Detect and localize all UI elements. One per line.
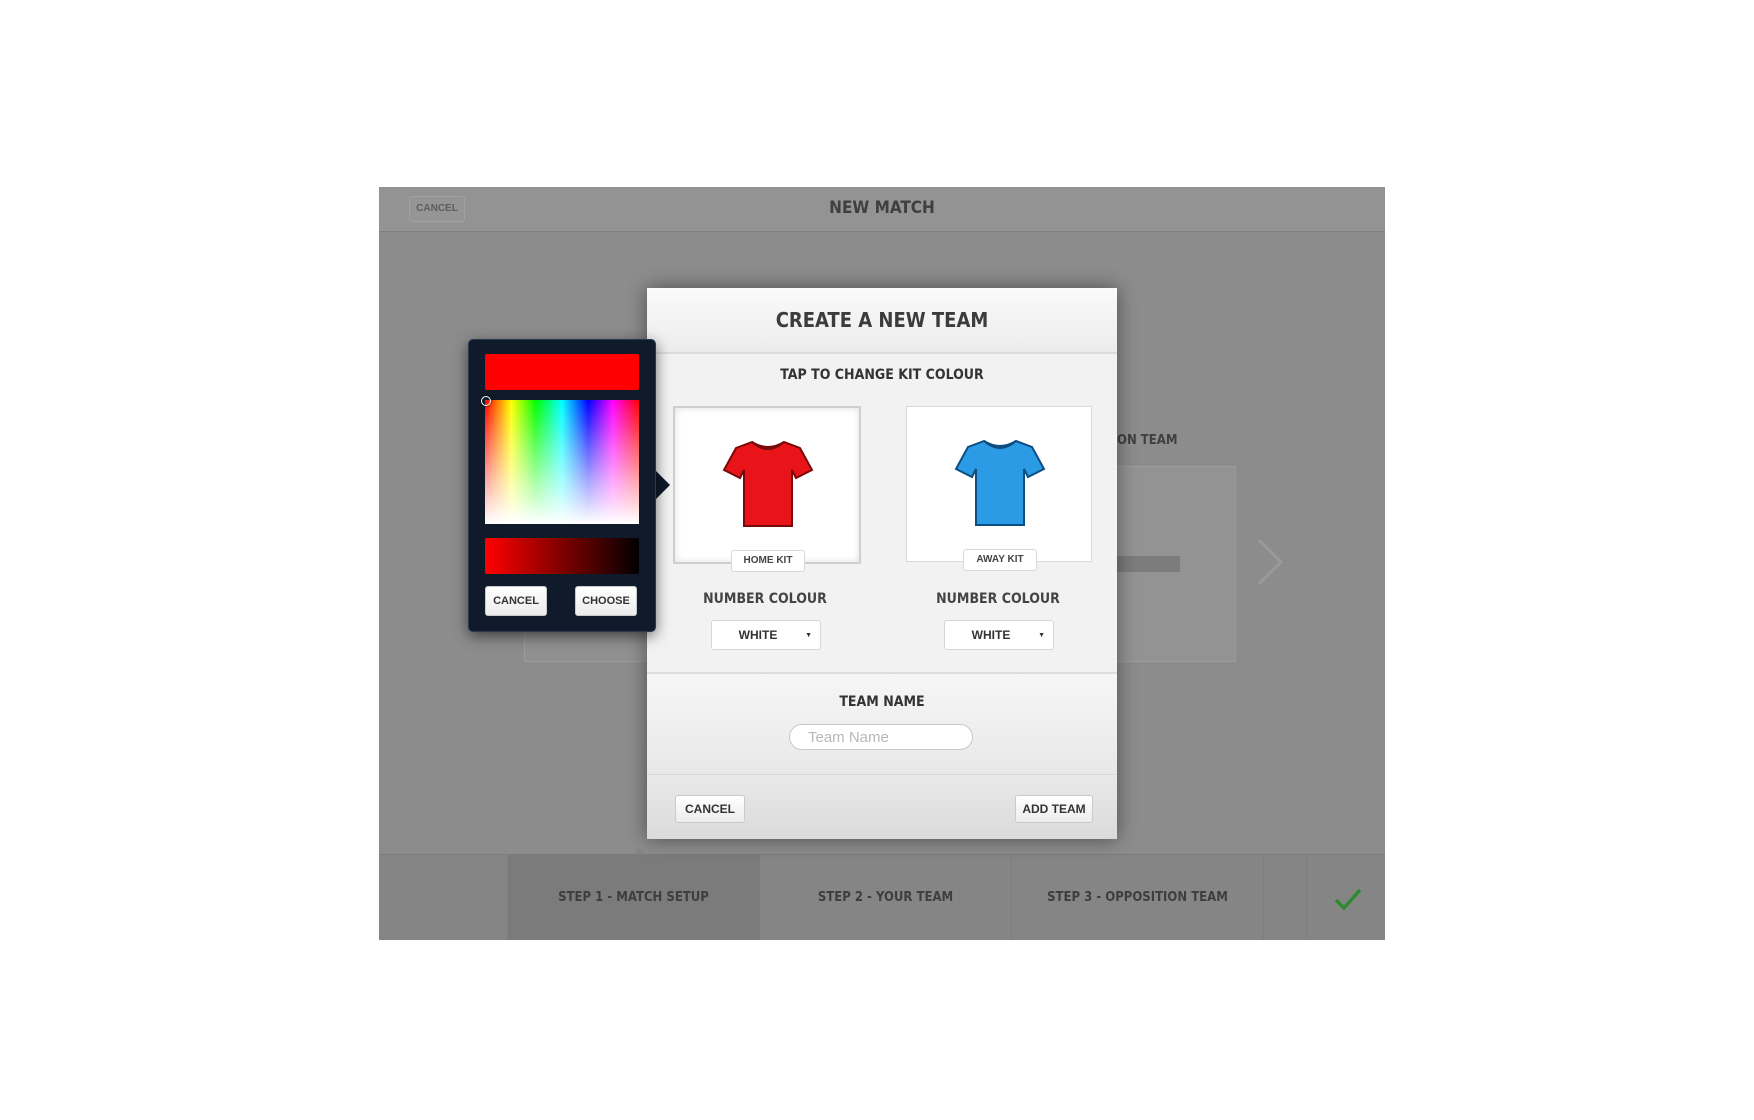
home-kit-tile[interactable]: HOME KIT <box>673 406 861 572</box>
create-team-dialog: CREATE A NEW TEAM TAP TO CHANGE KIT COLO… <box>647 288 1117 839</box>
away-number-colour-label: NUMBER COLOUR <box>936 591 1060 607</box>
checkmark-icon <box>1334 888 1362 911</box>
color-picker-popover: CANCEL CHOOSE <box>468 339 656 632</box>
dialog-title: CREATE A NEW TEAM <box>647 288 1117 354</box>
home-shirt-icon <box>722 440 814 527</box>
team-name-input[interactable] <box>789 724 973 750</box>
step-3-tab[interactable]: STEP 3 - OPPOSITION TEAM <box>1011 855 1263 940</box>
page-title: NEW MATCH <box>829 198 935 218</box>
team-name-label: TEAM NAME <box>839 694 925 710</box>
step-spacer <box>1263 855 1306 940</box>
step-1-tab[interactable]: STEP 1 - MATCH SETUP <box>507 855 759 940</box>
step-2-tab[interactable]: STEP 2 - YOUR TEAM <box>759 855 1011 940</box>
dropdown-arrow-icon: ▼ <box>1038 632 1045 639</box>
home-number-colour-select[interactable]: WHITE ▼ <box>711 620 821 650</box>
dropdown-arrow-icon: ▼ <box>805 632 812 639</box>
background-opposition-label: ON TEAM <box>1117 433 1178 448</box>
dialog-footer: CANCEL ADD TEAM <box>647 774 1117 839</box>
chevron-right-icon[interactable] <box>1251 532 1291 592</box>
top-bar: CANCEL NEW MATCH <box>379 187 1385 232</box>
picker-cancel-button[interactable]: CANCEL <box>485 586 547 616</box>
spectrum-cursor[interactable] <box>481 396 491 406</box>
picker-choose-button[interactable]: CHOOSE <box>575 586 637 616</box>
away-kit-label: AWAY KIT <box>963 549 1037 571</box>
home-number-colour-value: WHITE <box>738 628 778 642</box>
current-color-swatch <box>485 354 639 390</box>
away-number-colour-value: WHITE <box>971 628 1011 642</box>
add-team-button[interactable]: ADD TEAM <box>1015 795 1093 823</box>
brightness-slider[interactable] <box>485 538 639 574</box>
away-shirt-icon <box>954 439 1046 526</box>
home-number-colour-label: NUMBER COLOUR <box>703 591 827 607</box>
away-kit-tile[interactable]: AWAY KIT <box>906 406 1092 571</box>
away-number-colour-select[interactable]: WHITE ▼ <box>944 620 1054 650</box>
hue-spectrum[interactable] <box>481 396 639 524</box>
step-bar: STEP 1 - MATCH SETUP STEP 2 - YOUR TEAM … <box>379 854 1385 940</box>
cancel-button[interactable]: CANCEL <box>675 795 745 823</box>
kit-colour-heading: TAP TO CHANGE KIT COLOUR <box>780 367 984 383</box>
home-kit-label: HOME KIT <box>731 550 805 572</box>
team-name-section: TEAM NAME <box>647 672 1117 776</box>
confirm-button[interactable] <box>1306 855 1385 940</box>
